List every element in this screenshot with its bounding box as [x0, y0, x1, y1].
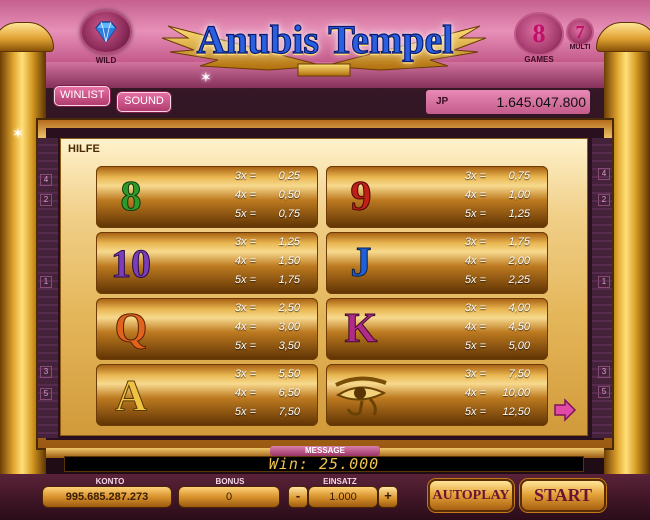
symbol-a: A [115, 370, 148, 420]
free-games-badge: 8 [514, 12, 564, 56]
bet-decrease-button[interactable]: - [288, 486, 308, 508]
payline-number[interactable]: 3 [598, 366, 610, 378]
payout-row: 4x = 2,00 [464, 255, 530, 267]
help-title: HILFE [68, 143, 100, 155]
payout-row: 3x = 0,25 [234, 170, 300, 182]
symbol-k: K [344, 306, 378, 353]
multiplier-badge: 7 [566, 18, 594, 46]
payout-row: 3x = 0,75 [464, 170, 530, 182]
bonus-value: 0 [178, 486, 280, 508]
eye-of-horus-icon [335, 376, 387, 416]
bet-increase-button[interactable]: + [378, 486, 398, 508]
payout-row: 5x = 1,75 [234, 274, 300, 286]
payline-number[interactable]: 1 [40, 276, 52, 288]
message-text: Win: 25.000 [268, 455, 380, 473]
payout-row: 4x = 4,50 [464, 321, 530, 333]
sparkle-icon: ✶ [200, 70, 212, 86]
paytable-cell-10: 10 3x = 1,25 4x = 1,50 5x = 1,75 [96, 232, 318, 294]
payout-row: 5x = 3,50 [234, 340, 300, 352]
payline-number[interactable]: 3 [40, 366, 52, 378]
bet-value: 1.000 [308, 486, 378, 508]
payout-row: 4x = 1,50 [234, 255, 300, 267]
payout-row: 5x = 7,50 [234, 406, 300, 418]
free-games-label: GAMES [524, 55, 554, 64]
payout-row: 4x = 3,00 [234, 321, 300, 333]
payline-number[interactable]: 1 [598, 276, 610, 288]
paytable-cell-eye: 3x = 7,50 4x = 10,00 5x = 12,50 [326, 364, 548, 426]
jackpot-label: JP [436, 96, 449, 107]
payout-row: 4x = 6,50 [234, 387, 300, 399]
payout-row: 3x = 1,75 [464, 236, 530, 248]
paytable-cell-k: K 3x = 4,00 4x = 4,50 5x = 5,00 [326, 298, 548, 360]
konto-label: KONTO [95, 477, 125, 486]
symbol-q: Q [114, 306, 148, 353]
symbol-j: J [350, 240, 372, 287]
payout-row: 3x = 4,00 [464, 302, 530, 314]
game-title: Anubis Tempel [196, 16, 454, 62]
wild-badge [80, 10, 132, 54]
payline-number[interactable]: 4 [598, 168, 610, 180]
payout-row: 3x = 1,25 [234, 236, 300, 248]
payout-row: 3x = 2,50 [234, 302, 300, 314]
paytable-cell-j: J 3x = 1,75 4x = 2,00 5x = 2,25 [326, 232, 548, 294]
start-button[interactable]: START [520, 479, 606, 512]
payout-row: 3x = 5,50 [234, 368, 300, 380]
paytable-cell-8: 8 3x = 0,25 4x = 0,50 5x = 0,75 [96, 166, 318, 228]
payline-number[interactable]: 4 [40, 174, 52, 186]
multiplier-label: MULTI [569, 44, 591, 51]
paytable-cell-a: A 3x = 5,50 4x = 6,50 5x = 7,50 [96, 364, 318, 426]
payout-row: 4x = 1,00 [464, 189, 530, 201]
diamond-icon [95, 21, 117, 44]
bonus-label: BONUS [215, 477, 245, 486]
konto-balance: 995.685.287.273 [42, 486, 172, 508]
autoplay-button[interactable]: AUTOPLAY [428, 479, 514, 512]
game-stage: WILD Anubis Tempel 8 GAMES 7 MULTI WINLI… [0, 0, 650, 520]
payline-number[interactable]: 2 [40, 194, 52, 206]
free-games-count: 8 [532, 19, 546, 48]
payout-row: 5x = 12,50 [464, 406, 530, 418]
wild-label: WILD [95, 56, 117, 65]
sparkle-icon: ✶ [12, 126, 24, 142]
multiplier-value: 7 [575, 21, 585, 42]
payline-number[interactable]: 5 [40, 388, 52, 400]
payout-row: 5x = 1,25 [464, 208, 530, 220]
jackpot-value: 1.645.047.800 [496, 94, 586, 110]
sound-button[interactable]: SOUND [117, 92, 171, 112]
symbol-eye [326, 364, 396, 426]
payline-number[interactable]: 2 [598, 194, 610, 206]
symbol-9: 9 [350, 174, 372, 221]
symbol-10: 10 [111, 240, 152, 286]
next-page-arrow-icon[interactable] [553, 398, 577, 422]
payline-number[interactable]: 5 [598, 386, 610, 398]
symbol-8: 8 [120, 174, 142, 221]
payout-row: 5x = 2,25 [464, 274, 530, 286]
payout-row: 4x = 10,00 [464, 387, 530, 399]
payout-row: 3x = 7,50 [464, 368, 530, 380]
einsatz-label: EINSATZ [323, 477, 357, 486]
winlist-button[interactable]: WINLIST [54, 86, 110, 106]
payout-row: 4x = 0,50 [234, 189, 300, 201]
payout-row: 5x = 0,75 [234, 208, 300, 220]
paytable-cell-q: Q 3x = 2,50 4x = 3,00 5x = 3,50 [96, 298, 318, 360]
paytable-cell-9: 9 3x = 0,75 4x = 1,00 5x = 1,25 [326, 166, 548, 228]
payout-row: 5x = 5,00 [464, 340, 530, 352]
